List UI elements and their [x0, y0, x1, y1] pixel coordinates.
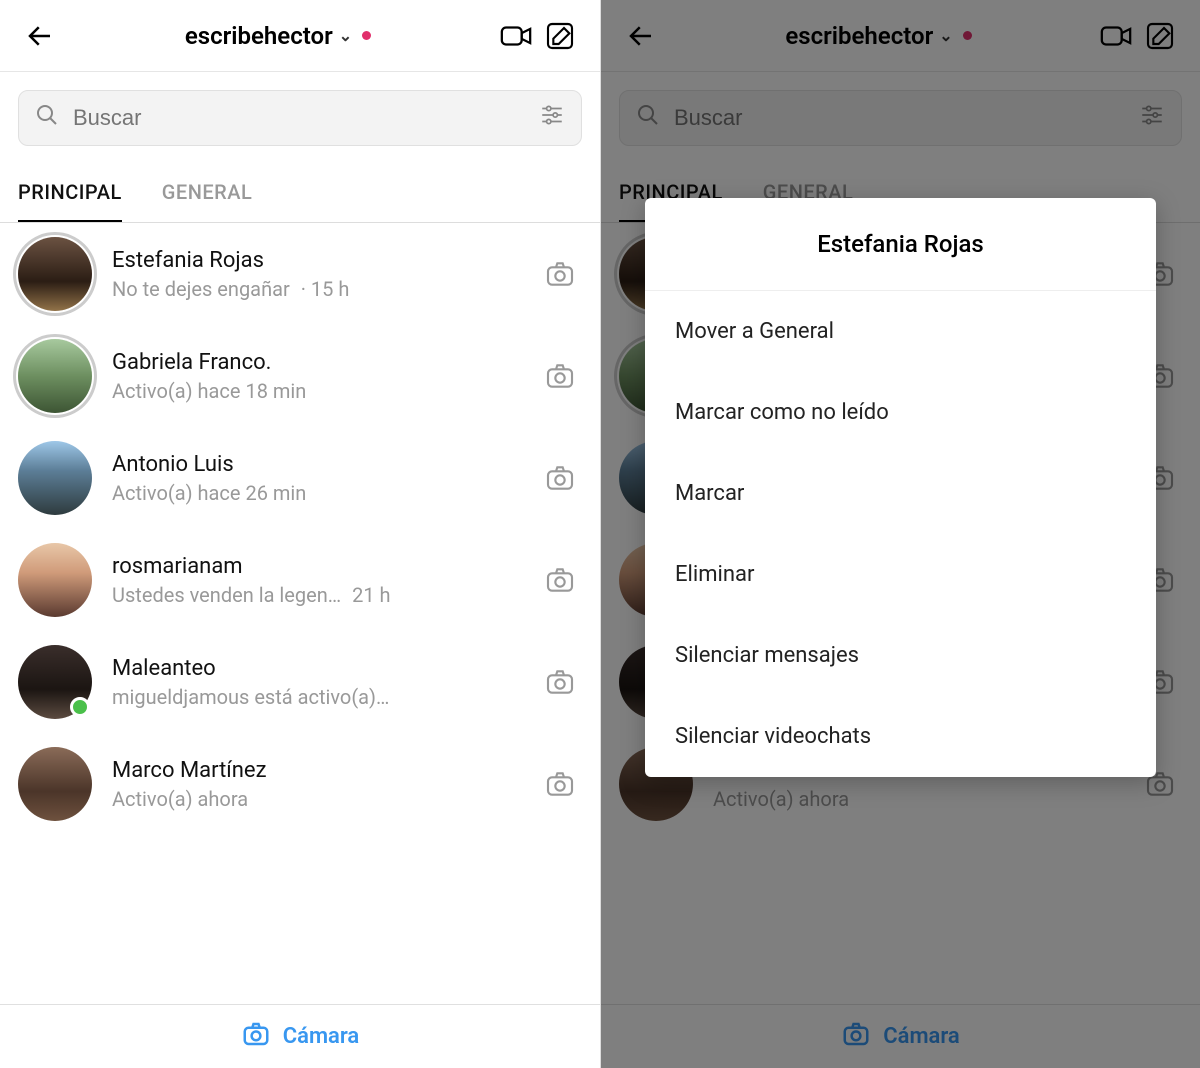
- chat-time: 21 h: [347, 583, 390, 607]
- context-menu-item[interactable]: Marcar: [645, 453, 1156, 534]
- chat-subtitle: migueldjamous está activo(a)…: [112, 685, 538, 709]
- context-menu: Estefania Rojas Mover a GeneralMarcar co…: [645, 198, 1156, 777]
- header: escribehector ⌄: [0, 0, 600, 72]
- avatar[interactable]: [18, 543, 92, 617]
- camera-icon: [241, 1019, 271, 1055]
- row-camera-button[interactable]: [538, 456, 582, 500]
- row-camera-button[interactable]: [538, 252, 582, 296]
- inbox-tabs: PRINCIPAL GENERAL: [0, 166, 600, 223]
- avatar[interactable]: [18, 747, 92, 821]
- row-camera-button[interactable]: [538, 660, 582, 704]
- search-icon: [35, 103, 59, 133]
- chat-name: Gabriela Franco.: [112, 350, 538, 375]
- chat-text: Antonio Luis Activo(a) hace 26 min: [112, 452, 538, 505]
- filter-icon[interactable]: [539, 102, 565, 134]
- search-input[interactable]: [73, 105, 539, 131]
- chat-row[interactable]: Estefania Rojas No te dejes engañar · 15 …: [0, 223, 600, 325]
- row-camera-button[interactable]: [538, 354, 582, 398]
- chat-row[interactable]: Antonio Luis Activo(a) hace 26 min: [0, 427, 600, 529]
- context-menu-item[interactable]: Eliminar: [645, 534, 1156, 615]
- chat-subtitle: Activo(a) hace 26 min: [112, 481, 538, 505]
- chevron-down-icon: ⌄: [339, 26, 352, 45]
- chat-row[interactable]: Gabriela Franco. Activo(a) hace 18 min: [0, 325, 600, 427]
- dm-inbox-screen-context: escribehector ⌄ PRINCIPAL GENERAL Estefa…: [600, 0, 1200, 1068]
- context-menu-item[interactable]: Marcar como no leído: [645, 372, 1156, 453]
- video-call-button[interactable]: [494, 14, 538, 58]
- chat-row[interactable]: Marco Martínez Activo(a) ahora: [0, 733, 600, 835]
- account-switcher[interactable]: escribehector ⌄: [62, 22, 494, 50]
- search-field[interactable]: [18, 90, 582, 146]
- chat-text: Estefania Rojas No te dejes engañar · 15 …: [112, 248, 538, 301]
- chat-subtitle: Ustedes venden la legen… 21 h: [112, 583, 538, 607]
- chat-subtitle: Activo(a) ahora: [112, 787, 538, 811]
- tab-principal[interactable]: PRINCIPAL: [18, 166, 122, 222]
- chat-subtitle: Activo(a) hace 18 min: [112, 379, 538, 403]
- context-menu-item[interactable]: Mover a General: [645, 291, 1156, 372]
- search-container: [0, 72, 600, 156]
- row-camera-button[interactable]: [538, 558, 582, 602]
- username: escribehector: [185, 22, 333, 50]
- chat-text: rosmarianam Ustedes venden la legen… 21 h: [112, 554, 538, 607]
- avatar[interactable]: [18, 339, 92, 413]
- back-button[interactable]: [18, 14, 62, 58]
- chat-text: Gabriela Franco. Activo(a) hace 18 min: [112, 350, 538, 403]
- chat-name: rosmarianam: [112, 554, 538, 579]
- presence-dot-icon: [70, 697, 90, 717]
- avatar[interactable]: [18, 441, 92, 515]
- camera-footer[interactable]: Cámara: [0, 1004, 600, 1068]
- video-icon: [499, 19, 533, 53]
- notification-dot-icon: [362, 31, 371, 40]
- avatar[interactable]: [18, 645, 92, 719]
- context-menu-item[interactable]: Silenciar mensajes: [645, 615, 1156, 696]
- chat-name: Estefania Rojas: [112, 248, 538, 273]
- context-menu-title: Estefania Rojas: [645, 198, 1156, 291]
- context-menu-item[interactable]: Silenciar videochats: [645, 696, 1156, 777]
- dm-inbox-screen: escribehector ⌄ PRINCIPAL GENERAL Estefa…: [0, 0, 600, 1068]
- compose-icon: [544, 20, 576, 52]
- chat-name: Maleanteo: [112, 656, 538, 681]
- chat-text: Marco Martínez Activo(a) ahora: [112, 758, 538, 811]
- chat-row[interactable]: rosmarianam Ustedes venden la legen… 21 h: [0, 529, 600, 631]
- compose-button[interactable]: [538, 14, 582, 58]
- chat-subtitle: No te dejes engañar · 15 h: [112, 277, 538, 301]
- row-camera-button[interactable]: [538, 762, 582, 806]
- chat-text: Maleanteo migueldjamous está activo(a)…: [112, 656, 538, 709]
- camera-label: Cámara: [283, 1024, 360, 1049]
- chat-time: · 15 h: [296, 277, 350, 301]
- chat-name: Marco Martínez: [112, 758, 538, 783]
- arrow-left-icon: [25, 21, 55, 51]
- chat-name: Antonio Luis: [112, 452, 538, 477]
- tab-general[interactable]: GENERAL: [162, 166, 253, 222]
- chat-row[interactable]: Maleanteo migueldjamous está activo(a)…: [0, 631, 600, 733]
- chat-list: Estefania Rojas No te dejes engañar · 15 …: [0, 223, 600, 835]
- avatar[interactable]: [18, 237, 92, 311]
